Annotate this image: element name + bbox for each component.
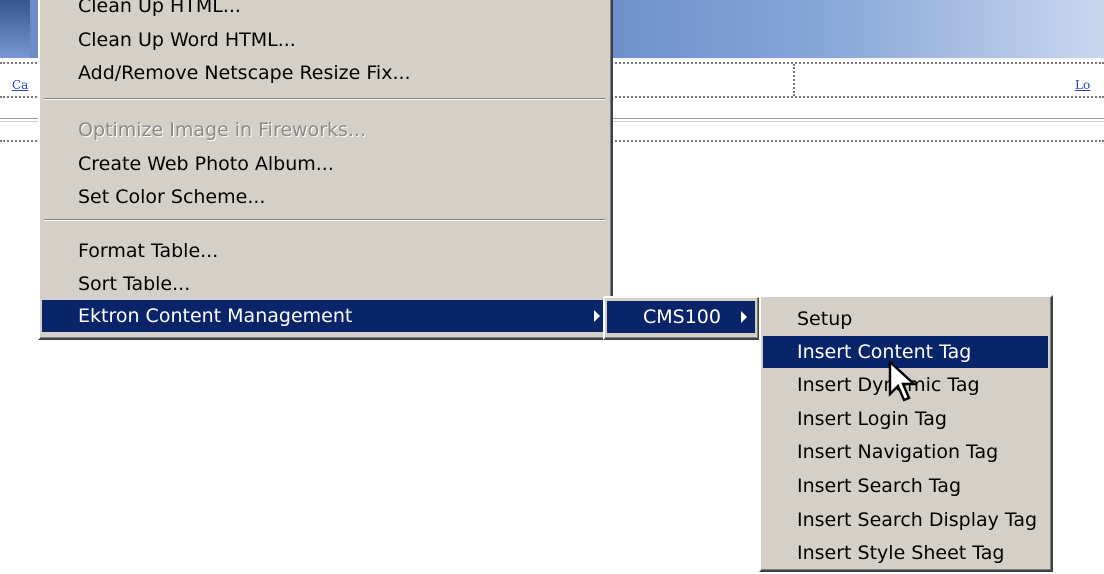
menu-item-insert-search-tag[interactable]: Insert Search Tag (763, 470, 1048, 502)
menu-item-label: Set Color Scheme... (78, 186, 266, 208)
menu-item-label: Clean Up Word HTML... (78, 29, 296, 51)
menu-item-setup[interactable]: Setup (763, 303, 1048, 335)
menu-separator (44, 219, 605, 221)
menu-item-label: Format Table... (78, 240, 219, 262)
menu-item-label: Optimize Image in Fireworks... (78, 119, 367, 141)
ektron-submenu: CMS100 (603, 296, 760, 340)
menu-item-label: Insert Search Tag (797, 475, 962, 497)
commands-menu: Clean Up HTML... Clean Up Word HTML... A… (38, 0, 613, 340)
chevron-right-icon (741, 311, 747, 323)
menu-item-label: Insert Style Sheet Tag (797, 542, 1005, 564)
arrow-pointer-icon (888, 360, 916, 402)
menu-item-label: Insert Navigation Tag (797, 441, 999, 463)
menu-item-insert-login-tag[interactable]: Insert Login Tag (763, 403, 1048, 435)
menu-item-label: Setup (797, 308, 853, 330)
menu-item-ektron-content-management[interactable]: Ektron Content Management (42, 300, 608, 332)
menu-item-sort-table[interactable]: Sort Table... (42, 268, 608, 300)
left-link[interactable]: Ca (12, 78, 28, 92)
menu-item-set-color-scheme[interactable]: Set Color Scheme... (42, 181, 608, 213)
menu-item-label: Add/Remove Netscape Resize Fix... (78, 62, 411, 84)
menu-item-insert-navigation-tag[interactable]: Insert Navigation Tag (763, 436, 1048, 468)
menu-item-clean-up-word-html[interactable]: Clean Up Word HTML... (42, 24, 608, 56)
menu-item-label: Insert Login Tag (797, 408, 947, 430)
menu-item-netscape-resize-fix[interactable]: Add/Remove Netscape Resize Fix... (42, 57, 608, 89)
menu-item-label: Ektron Content Management (78, 305, 353, 327)
chevron-right-icon (594, 310, 600, 322)
menu-item-label: Sort Table... (78, 273, 191, 295)
menu-item-web-photo-album[interactable]: Create Web Photo Album... (42, 148, 608, 180)
menu-item-label: CMS100 (643, 306, 721, 328)
banner-logo (0, 0, 30, 58)
menu-item-optimize-image: Optimize Image in Fireworks... (42, 114, 608, 146)
menu-item-label: Create Web Photo Album... (78, 153, 334, 175)
right-link[interactable]: Lo (1075, 78, 1090, 92)
menu-item-clean-up-html[interactable]: Clean Up HTML... (42, 0, 608, 22)
menu-item-cms100[interactable]: CMS100 (607, 301, 755, 333)
cell-divider (793, 64, 795, 96)
menu-item-insert-search-display-tag[interactable]: Insert Search Display Tag (763, 504, 1048, 536)
menu-item-label: Clean Up HTML... (78, 0, 241, 17)
cms100-submenu: Setup Insert Content Tag Insert Dynamic … (759, 295, 1053, 572)
menu-item-insert-style-sheet-tag[interactable]: Insert Style Sheet Tag (763, 537, 1048, 569)
menu-item-label: Insert Search Display Tag (797, 509, 1038, 531)
menu-item-label: Insert Content Tag (797, 341, 972, 363)
menu-item-format-table[interactable]: Format Table... (42, 235, 608, 267)
menu-separator (44, 98, 605, 100)
